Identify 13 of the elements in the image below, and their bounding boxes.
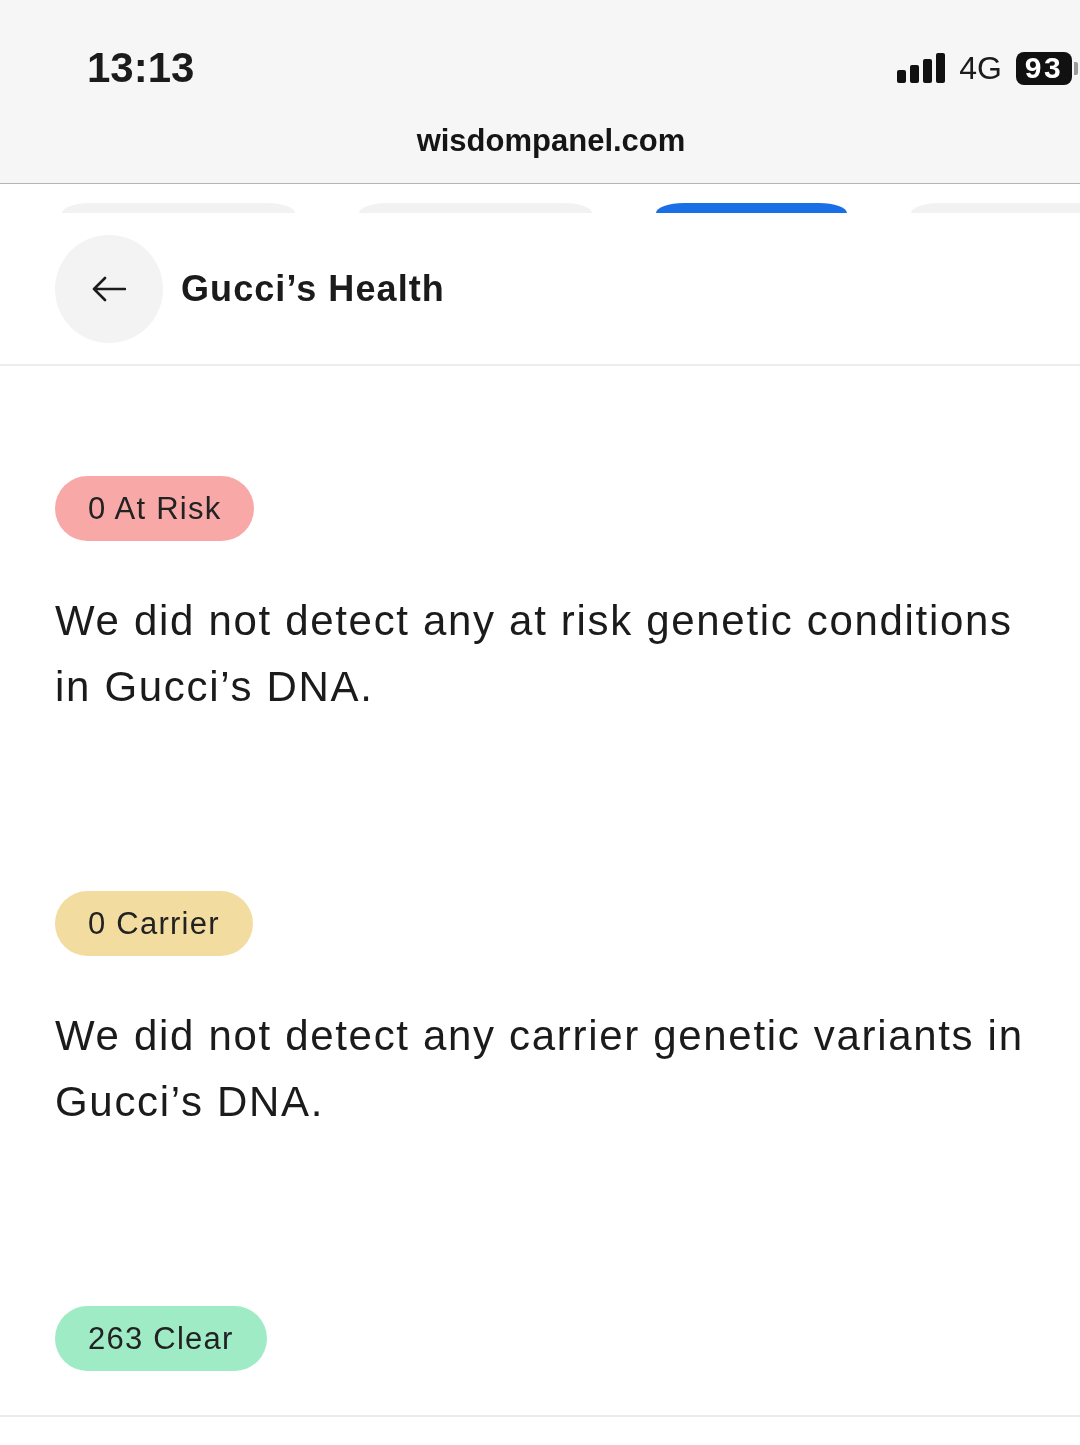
result-badge: 0 At Risk	[55, 476, 255, 541]
result-description: We did not detect any carrier genetic variants in Gucci’s DNA.	[55, 1011, 1025, 1127]
result-badge: 263 Clear	[55, 1306, 267, 1371]
status-time: 13:13	[87, 47, 195, 89]
network-type: 4G	[959, 52, 1002, 84]
arrow-left-icon	[92, 275, 126, 302]
page-title: Gucci’s Health	[181, 270, 445, 307]
result-badge: 0 Carrier	[55, 891, 253, 956]
tab[interactable]	[656, 203, 847, 213]
signal-icon	[897, 53, 948, 83]
battery-level: 93	[1015, 51, 1072, 85]
result-description: We did not detect any at risk genetic conditions in Gucci’s DNA.	[55, 596, 1014, 712]
address-text[interactable]: wisdompanel.com	[416, 124, 686, 156]
